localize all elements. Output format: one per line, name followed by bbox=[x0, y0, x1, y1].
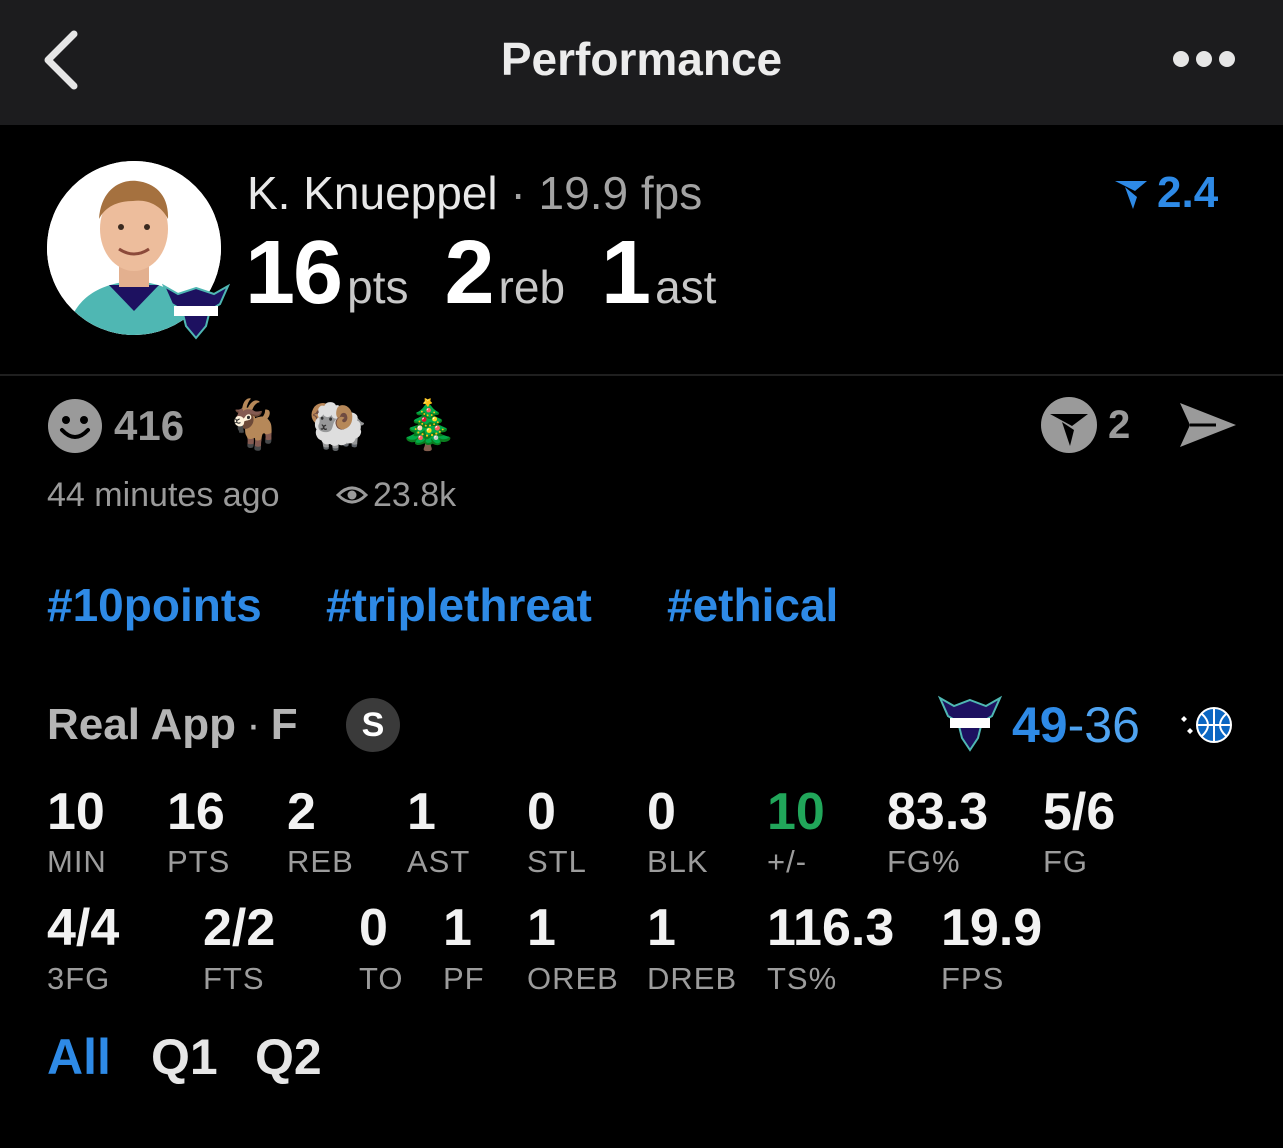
stat-fps-label: FPS bbox=[941, 961, 1005, 996]
goat-emoji-icon[interactable]: 🐐 bbox=[224, 396, 284, 456]
reb-value: 2 bbox=[444, 223, 494, 323]
vote-icon[interactable] bbox=[1040, 396, 1098, 454]
stat-ast-value: 1 bbox=[407, 783, 436, 841]
game-score[interactable]: 49-36 bbox=[1012, 696, 1140, 754]
stat-blk-label: BLK bbox=[647, 844, 709, 879]
game-source: Real App · F bbox=[47, 700, 298, 750]
stat-plus-minus-label: +/- bbox=[767, 844, 808, 879]
stat-plus-minus-value: 10 bbox=[767, 783, 825, 841]
stat-reb-label: REB bbox=[287, 844, 354, 879]
stat-fts-label: FTS bbox=[203, 961, 265, 996]
view-count: 23.8k bbox=[373, 476, 457, 514]
hashtag-link[interactable]: #ethical bbox=[667, 578, 838, 632]
tab-all[interactable]: All bbox=[47, 1028, 111, 1086]
send-icon[interactable] bbox=[1176, 399, 1240, 451]
stat-min-value: 10 bbox=[47, 783, 105, 841]
stat-fps-value: 19.9 bbox=[941, 899, 1043, 957]
vote-count: 2 bbox=[1108, 403, 1131, 447]
stat-dreb-label: DREB bbox=[647, 961, 738, 996]
stat-blk-value: 0 bbox=[647, 783, 676, 841]
reb-unit: reb bbox=[498, 261, 566, 313]
more-options-icon[interactable] bbox=[1172, 48, 1236, 70]
stat-ts-pct-label: TS% bbox=[767, 961, 838, 996]
rank-arrow-icon bbox=[1115, 181, 1147, 209]
stat-fg-pct-label: FG% bbox=[887, 844, 961, 879]
headline-stats: 16 pts 2 reb 1 ast bbox=[245, 222, 752, 325]
separator-dot: · bbox=[510, 167, 526, 219]
divider bbox=[0, 374, 1283, 376]
stat-dreb-value: 1 bbox=[647, 899, 676, 957]
stat-fg-pct-value: 83.3 bbox=[887, 783, 989, 841]
tab-q1[interactable]: Q1 bbox=[151, 1028, 218, 1086]
stat-min-label: MIN bbox=[47, 844, 107, 879]
smiley-reaction-icon[interactable] bbox=[47, 398, 103, 454]
stat-reb-value: 2 bbox=[287, 783, 316, 841]
player-position: F bbox=[270, 700, 298, 749]
stat-pts-value: 16 bbox=[167, 783, 225, 841]
ram-emoji-icon[interactable]: 🐏 bbox=[308, 396, 368, 456]
stat-oreb-value: 1 bbox=[527, 899, 556, 957]
page-title: Performance bbox=[500, 33, 783, 85]
eye-icon bbox=[336, 486, 368, 504]
pts-unit: pts bbox=[347, 261, 409, 313]
ast-unit: ast bbox=[655, 261, 717, 313]
stat-pf-label: PF bbox=[443, 961, 485, 996]
status-badge: S bbox=[346, 698, 400, 752]
hashtag-link[interactable]: #10points bbox=[47, 578, 262, 632]
stat-fg-label: FG bbox=[1043, 844, 1089, 879]
team-score: 49 bbox=[1012, 697, 1068, 753]
stat-stl-value: 0 bbox=[527, 783, 556, 841]
hashtag-link[interactable]: #triplethreat bbox=[326, 578, 592, 632]
stat-ts-pct-value: 116.3 bbox=[767, 899, 895, 957]
player-name[interactable]: K. Knueppel bbox=[247, 167, 498, 219]
stat-stl-label: STL bbox=[527, 844, 587, 879]
stat-to-value: 0 bbox=[359, 899, 388, 957]
source-name: Real App bbox=[47, 700, 237, 749]
rank-value: 2.4 bbox=[1157, 168, 1219, 217]
score-dash: - bbox=[1067, 697, 1085, 753]
stat-fg-value: 5/6 bbox=[1043, 783, 1116, 841]
stat-3fg-label: 3FG bbox=[47, 961, 111, 996]
hornets-logo-icon bbox=[162, 283, 230, 340]
stat-to-label: TO bbox=[359, 961, 404, 996]
rank-badge[interactable]: 2.4 bbox=[1113, 168, 1218, 218]
hornets-team-logo-icon[interactable] bbox=[938, 694, 1002, 752]
ast-value: 1 bbox=[601, 223, 651, 323]
christmas-tree-emoji-icon[interactable]: 🎄 bbox=[398, 396, 458, 456]
player-fps: 19.9 fps bbox=[538, 167, 703, 219]
stat-oreb-label: OREB bbox=[527, 961, 619, 996]
player-name-line: K. Knueppel · 19.9 fps bbox=[247, 166, 702, 220]
separator-dot: · bbox=[246, 700, 261, 749]
reaction-count[interactable]: 416 bbox=[114, 402, 184, 450]
stat-pf-value: 1 bbox=[443, 899, 472, 957]
tab-q2[interactable]: Q2 bbox=[255, 1028, 322, 1086]
stat-pts-label: PTS bbox=[167, 844, 231, 879]
stat-3fg-value: 4/4 bbox=[47, 899, 120, 957]
stat-fts-value: 2/2 bbox=[203, 899, 276, 957]
post-time: 44 minutes ago bbox=[47, 476, 280, 514]
pts-value: 16 bbox=[245, 223, 343, 323]
opponent-score: 36 bbox=[1084, 697, 1140, 753]
stat-ast-label: AST bbox=[407, 844, 471, 879]
magic-team-logo-icon[interactable] bbox=[1180, 704, 1234, 746]
